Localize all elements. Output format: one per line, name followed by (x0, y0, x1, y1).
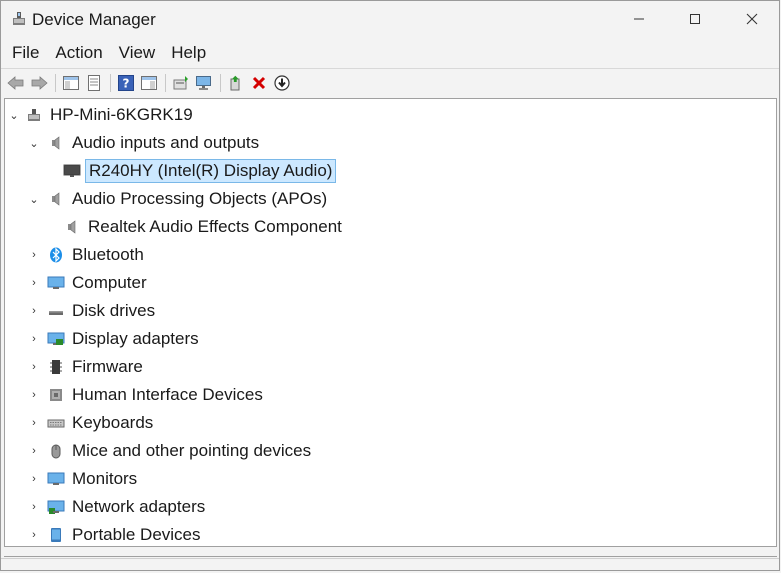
chevron-right-icon[interactable]: › (27, 416, 41, 430)
tree-node-bluetooth[interactable]: › Bluetooth (27, 242, 147, 268)
tree-node-firmware[interactable]: › Firmware (27, 354, 146, 380)
tree-node-hid[interactable]: › Human Interface Devices (27, 382, 266, 408)
bluetooth-icon (47, 246, 65, 264)
monitor-icon (47, 470, 65, 488)
network-adapter-icon (47, 498, 65, 516)
tree-node-r240hy[interactable]: R240HY (Intel(R) Display Audio) (63, 158, 337, 184)
speaker-icon (63, 218, 81, 236)
svg-text:?: ? (123, 76, 130, 90)
toolbar: ? (1, 68, 779, 96)
window-title: Device Manager (32, 10, 156, 29)
tree-node-realtek-apo[interactable]: Realtek Audio Effects Component (63, 214, 345, 240)
menu-file[interactable]: File (4, 41, 47, 65)
tree-node-mice[interactable]: › Mice and other pointing devices (27, 438, 314, 464)
tree-category-label: Audio inputs and outputs (72, 133, 260, 152)
tree-node-portable-devices[interactable]: › Portable Devices (27, 522, 204, 546)
scan-hardware-icon[interactable] (193, 73, 215, 93)
device-tree[interactable]: ⌄ HP-Mini-6KGRK19 ⌄ Audio inputs and out… (4, 98, 777, 547)
tree-category-label: Human Interface Devices (72, 385, 263, 404)
toolbar-separator (220, 73, 221, 92)
tree-node-display-adapters[interactable]: › Display adapters (27, 326, 202, 352)
title-bar[interactable]: Device Manager (1, 1, 779, 37)
tree-node-root[interactable]: ⌄ HP-Mini-6KGRK19 (7, 102, 196, 128)
device-manager-window: Device Manager File Action View Help ? ⌄… (0, 0, 780, 571)
chevron-right-icon[interactable]: › (27, 304, 41, 318)
tree-root-label: HP-Mini-6KGRK19 (50, 105, 193, 124)
status-bar (1, 558, 779, 573)
chevron-right-icon[interactable]: › (27, 472, 41, 486)
toolbar-separator (110, 73, 111, 92)
horizontal-scrollbar[interactable] (4, 547, 777, 557)
tree-node-monitors[interactable]: › Monitors (27, 466, 140, 492)
update-driver-icon[interactable] (170, 73, 192, 93)
chevron-right-icon[interactable]: › (27, 528, 41, 542)
tree-node-network-adapters[interactable]: › Network adapters (27, 494, 208, 520)
chevron-right-icon[interactable]: › (27, 388, 41, 402)
forward-icon[interactable] (28, 73, 50, 93)
tree-device-label: R240HY (Intel(R) Display Audio) (85, 159, 337, 183)
tree-category-label: Mice and other pointing devices (72, 441, 312, 460)
chevron-right-icon[interactable]: › (27, 248, 41, 262)
tree-category-label: Audio Processing Objects (APOs) (72, 189, 328, 208)
keyboard-icon (47, 414, 65, 432)
chevron-down-icon[interactable]: ⌄ (27, 136, 41, 150)
tree-node-apos[interactable]: ⌄ Audio Processing Objects (APOs) (27, 186, 330, 212)
toolbar-separator (165, 73, 166, 92)
chevron-down-icon[interactable]: ⌄ (7, 108, 21, 122)
tree-category-label: Bluetooth (72, 245, 144, 264)
hid-icon (47, 386, 65, 404)
uninstall-device-icon[interactable] (248, 73, 270, 93)
computer-monitor-icon (47, 274, 65, 292)
maximize-button[interactable] (666, 1, 724, 37)
menu-help[interactable]: Help (163, 41, 214, 65)
tree-category-label: Monitors (72, 469, 138, 488)
tree-node-disk-drives[interactable]: › Disk drives (27, 298, 158, 324)
chevron-right-icon[interactable]: › (27, 332, 41, 346)
properties-icon[interactable] (83, 73, 105, 93)
menu-action[interactable]: Action (47, 41, 110, 65)
tree-node-computer[interactable]: › Computer (27, 270, 150, 296)
back-icon[interactable] (5, 73, 27, 93)
mouse-icon (47, 442, 65, 460)
chevron-down-icon[interactable]: ⌄ (27, 192, 41, 206)
tree-category-label: Disk drives (72, 301, 156, 320)
monitor-icon (63, 162, 81, 180)
speaker-icon (47, 190, 65, 208)
show-hide-console-tree-icon[interactable] (60, 73, 82, 93)
toolbar-separator (55, 73, 56, 92)
show-hide-action-pane-icon[interactable] (138, 73, 160, 93)
chevron-right-icon[interactable]: › (27, 276, 41, 290)
disable-device-icon[interactable] (271, 73, 293, 93)
menu-view[interactable]: View (111, 41, 164, 65)
chevron-right-icon[interactable]: › (27, 360, 41, 374)
menu-bar: File Action View Help (1, 39, 779, 67)
speaker-icon (47, 134, 65, 152)
enable-device-icon[interactable] (225, 73, 247, 93)
portable-device-icon (47, 526, 65, 544)
chevron-right-icon[interactable]: › (27, 444, 41, 458)
firmware-chip-icon (47, 358, 65, 376)
tree-device-label: Realtek Audio Effects Component (88, 217, 342, 236)
tree-node-audio-inputs-outputs[interactable]: ⌄ Audio inputs and outputs (27, 130, 262, 156)
computer-icon (25, 106, 43, 124)
tree-node-keyboards[interactable]: › Keyboards (27, 410, 156, 436)
display-adapter-icon (47, 330, 65, 348)
device-manager-app-icon (11, 11, 27, 27)
tree-category-label: Portable Devices (72, 525, 201, 544)
tree-category-label: Network adapters (72, 497, 206, 516)
vertical-scrollbar[interactable] (772, 98, 775, 547)
disk-drive-icon (47, 302, 65, 320)
tree-category-label: Display adapters (72, 329, 199, 348)
close-button[interactable] (723, 1, 781, 37)
minimize-button[interactable] (610, 1, 668, 37)
tree-category-label: Keyboards (72, 413, 154, 432)
chevron-right-icon[interactable]: › (27, 500, 41, 514)
tree-category-label: Firmware (72, 357, 143, 376)
help-icon[interactable]: ? (115, 73, 137, 93)
tree-category-label: Computer (72, 273, 147, 292)
